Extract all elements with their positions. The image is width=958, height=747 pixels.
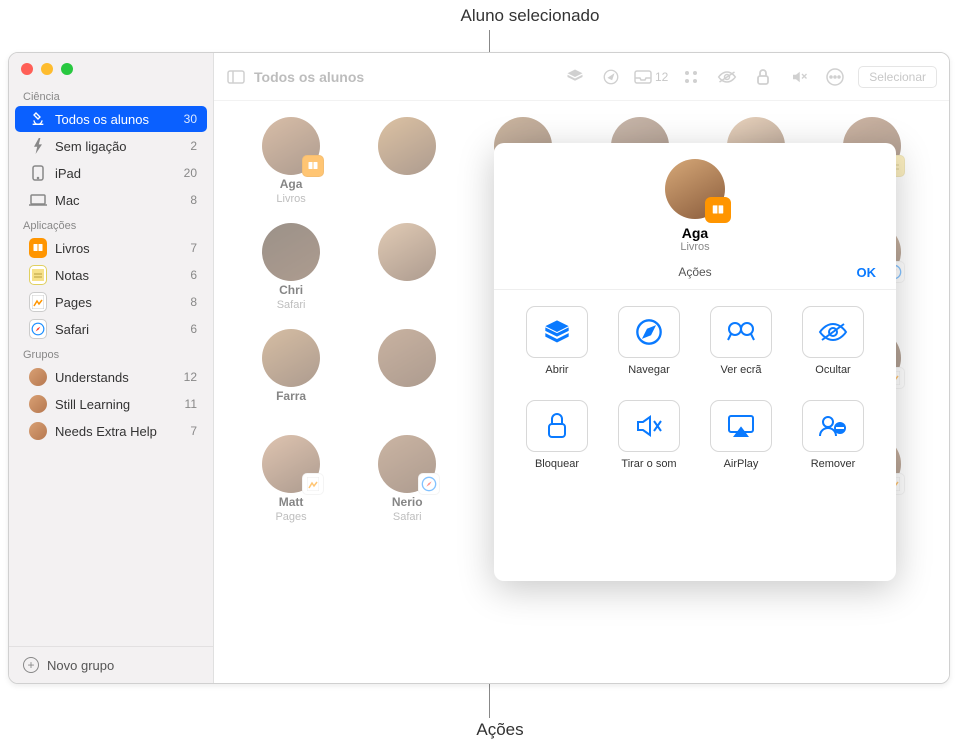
action-label: Ocultar <box>815 364 850 376</box>
ipad-icon <box>29 164 47 182</box>
action-button-ocultar[interactable] <box>802 306 864 358</box>
plus-circle-icon: + <box>23 657 39 673</box>
sidebar-group-understands[interactable]: Understands 12 <box>15 364 207 390</box>
sidebar-item-count: 11 <box>185 397 197 411</box>
sidebar-item-label: Understands <box>55 370 184 385</box>
sidebar-item-ipad[interactable]: iPad 20 <box>15 160 207 186</box>
action-label: Ver ecrã <box>721 364 762 376</box>
sidebar-item-count: 6 <box>190 268 197 282</box>
livros-app-icon <box>29 238 47 258</box>
sidebar-item-label: Needs Extra Help <box>55 424 190 439</box>
action-remover: Remover <box>794 400 872 470</box>
microscope-icon <box>29 110 47 128</box>
action-label: AirPlay <box>724 458 759 470</box>
sidebar-item-label: Safari <box>55 322 190 337</box>
main-area: Todos os alunos 12 Selecionar Aga Livros… <box>214 53 949 683</box>
abrir-icon <box>543 318 571 346</box>
minimize-window-button[interactable] <box>41 63 53 75</box>
action-abrir: Abrir <box>518 306 596 376</box>
actions-popup: Aga Livros Ações OK Abrir Navegar Ver ec… <box>494 143 896 581</box>
sidebar-item-count: 8 <box>190 193 197 207</box>
selected-student-avatar <box>665 159 725 219</box>
action-navegar: Navegar <box>610 306 688 376</box>
selected-student-app: Livros <box>680 241 709 253</box>
ocultar-icon <box>818 321 848 343</box>
sidebar-item-count: 6 <box>190 322 197 336</box>
action-button-abrir[interactable] <box>526 306 588 358</box>
action-button-airplay[interactable] <box>710 400 772 452</box>
selected-student-name: Aga <box>682 225 708 241</box>
sidebar-item-count: 2 <box>190 139 197 153</box>
safari-app-icon <box>29 319 47 339</box>
sidebar-group-needs-extra-help[interactable]: Needs Extra Help 7 <box>15 418 207 444</box>
action-label: Abrir <box>545 364 568 376</box>
sidebar-item-count: 20 <box>184 166 197 180</box>
action-ver-ecra: Ver ecrã <box>702 306 780 376</box>
close-window-button[interactable] <box>21 63 33 75</box>
action-tirar-som: Tirar o som <box>610 400 688 470</box>
action-button-navegar[interactable] <box>618 306 680 358</box>
action-label: Remover <box>811 458 856 470</box>
sidebar-item-label: Notas <box>55 268 190 283</box>
remover-icon <box>818 414 848 438</box>
sidebar: Ciência Todos os alunos 30 Sem ligação 2… <box>9 53 214 683</box>
new-group-button[interactable]: + Novo grupo <box>9 646 213 683</box>
action-bloquear: Bloquear <box>518 400 596 470</box>
action-button-ver-ecra[interactable] <box>710 306 772 358</box>
pages-app-icon <box>29 292 47 312</box>
new-group-label: Novo grupo <box>47 658 114 673</box>
sidebar-section-class: Ciência <box>9 85 213 105</box>
sidebar-item-label: Sem ligação <box>55 139 190 154</box>
sidebar-item-count: 8 <box>190 295 197 309</box>
zoom-window-button[interactable] <box>61 63 73 75</box>
sidebar-app-safari[interactable]: Safari 6 <box>15 316 207 342</box>
tirar-som-icon <box>635 413 663 439</box>
group-avatar-icon <box>29 422 47 440</box>
ok-button[interactable]: OK <box>857 265 877 280</box>
group-avatar-icon <box>29 395 47 413</box>
action-button-bloquear[interactable] <box>526 400 588 452</box>
window-controls <box>9 53 213 85</box>
sidebar-item-label: Mac <box>55 193 190 208</box>
sidebar-item-sem-ligação[interactable]: Sem ligação 2 <box>15 133 207 159</box>
group-avatar-icon <box>29 368 47 386</box>
action-button-tirar-som[interactable] <box>618 400 680 452</box>
sidebar-item-count: 12 <box>184 370 197 384</box>
sidebar-section-groups: Grupos <box>9 343 213 363</box>
popup-title: Ações <box>678 265 711 279</box>
sidebar-app-pages[interactable]: Pages 8 <box>15 289 207 315</box>
sidebar-group-still-learning[interactable]: Still Learning 11 <box>15 391 207 417</box>
callout-selected-student: Aluno selecionado <box>430 6 630 26</box>
notas-app-icon <box>29 265 47 285</box>
callout-actions: Ações <box>430 720 570 740</box>
sidebar-item-label: Todos os alunos <box>55 112 184 127</box>
sidebar-app-notas[interactable]: Notas 6 <box>15 262 207 288</box>
sidebar-item-label: Pages <box>55 295 190 310</box>
app-window: Ciência Todos os alunos 30 Sem ligação 2… <box>8 52 950 684</box>
sidebar-section-apps: Aplicações <box>9 214 213 234</box>
ver-ecra-icon <box>726 320 756 344</box>
sidebar-item-todos-os-alunos[interactable]: Todos os alunos 30 <box>15 106 207 132</box>
mac-icon <box>29 191 47 209</box>
action-ocultar: Ocultar <box>794 306 872 376</box>
action-label: Tirar o som <box>621 458 676 470</box>
action-airplay: AirPlay <box>702 400 780 470</box>
sidebar-item-count: 30 <box>184 112 197 126</box>
airplay-icon <box>727 414 755 438</box>
bolt-icon <box>29 137 47 155</box>
action-label: Navegar <box>628 364 670 376</box>
sidebar-item-count: 7 <box>190 424 197 438</box>
sidebar-app-livros[interactable]: Livros 7 <box>15 235 207 261</box>
sidebar-item-count: 7 <box>190 241 197 255</box>
sidebar-item-label: Still Learning <box>55 397 185 412</box>
sidebar-item-mac[interactable]: Mac 8 <box>15 187 207 213</box>
sidebar-item-label: iPad <box>55 166 184 181</box>
sidebar-item-label: Livros <box>55 241 190 256</box>
app-badge-livros-icon <box>705 197 731 223</box>
bloquear-icon <box>546 412 568 440</box>
action-label: Bloquear <box>535 458 579 470</box>
action-button-remover[interactable] <box>802 400 864 452</box>
navegar-icon <box>635 318 663 346</box>
